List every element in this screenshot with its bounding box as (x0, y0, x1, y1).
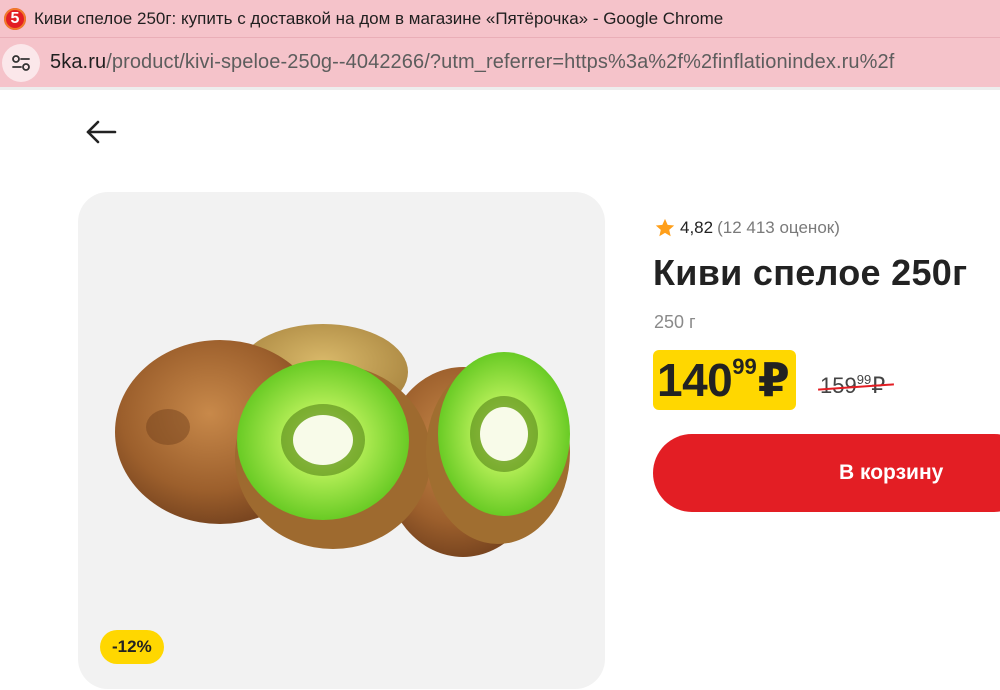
back-button[interactable] (80, 112, 122, 152)
url-text[interactable]: 5ka.ru/product/kivi-speloe-250g--4042266… (50, 51, 894, 74)
product-weight: 250 г (654, 312, 696, 332)
favicon-icon: 5 (4, 7, 26, 30)
rating-count: (12 413 оценок) (717, 218, 840, 237)
chrome-divider (0, 87, 1000, 90)
add-to-cart-button[interactable]: В корзину (653, 434, 1000, 512)
star-icon (655, 218, 675, 237)
price-currency: ₽ (757, 354, 790, 406)
price-kopecks: 99 (732, 354, 757, 379)
window-title: Киви спелое 250г: купить с доставкой на … (34, 8, 724, 28)
browser-address-bar[interactable]: 5ka.ru/product/kivi-speloe-250g--4042266… (0, 38, 1000, 87)
product-rating[interactable]: 4,82 (12 413 оценок) (654, 217, 840, 239)
arrow-left-icon (86, 120, 117, 144)
browser-titlebar: 5 Киви спелое 250г: купить с доставкой н… (0, 0, 1000, 38)
rating-score: 4,82 (680, 218, 714, 237)
product-title: Киви спелое 250г (653, 252, 968, 293)
site-info-tune-icon[interactable] (2, 43, 40, 82)
discount-badge: -12% (100, 630, 164, 664)
current-price: 140 99 ₽ (653, 350, 796, 410)
old-price: 159 99 ₽ (818, 372, 894, 400)
price-rubles: 140 (657, 354, 733, 406)
url-domain: 5ka.ru (50, 51, 107, 73)
product-image-card: -12% (78, 192, 605, 689)
url-path: /product/kivi-speloe-250g--4042266/?utm_… (106, 51, 895, 73)
favicon-glyph: 5 (10, 9, 20, 27)
kiwi-product-image (115, 324, 570, 557)
